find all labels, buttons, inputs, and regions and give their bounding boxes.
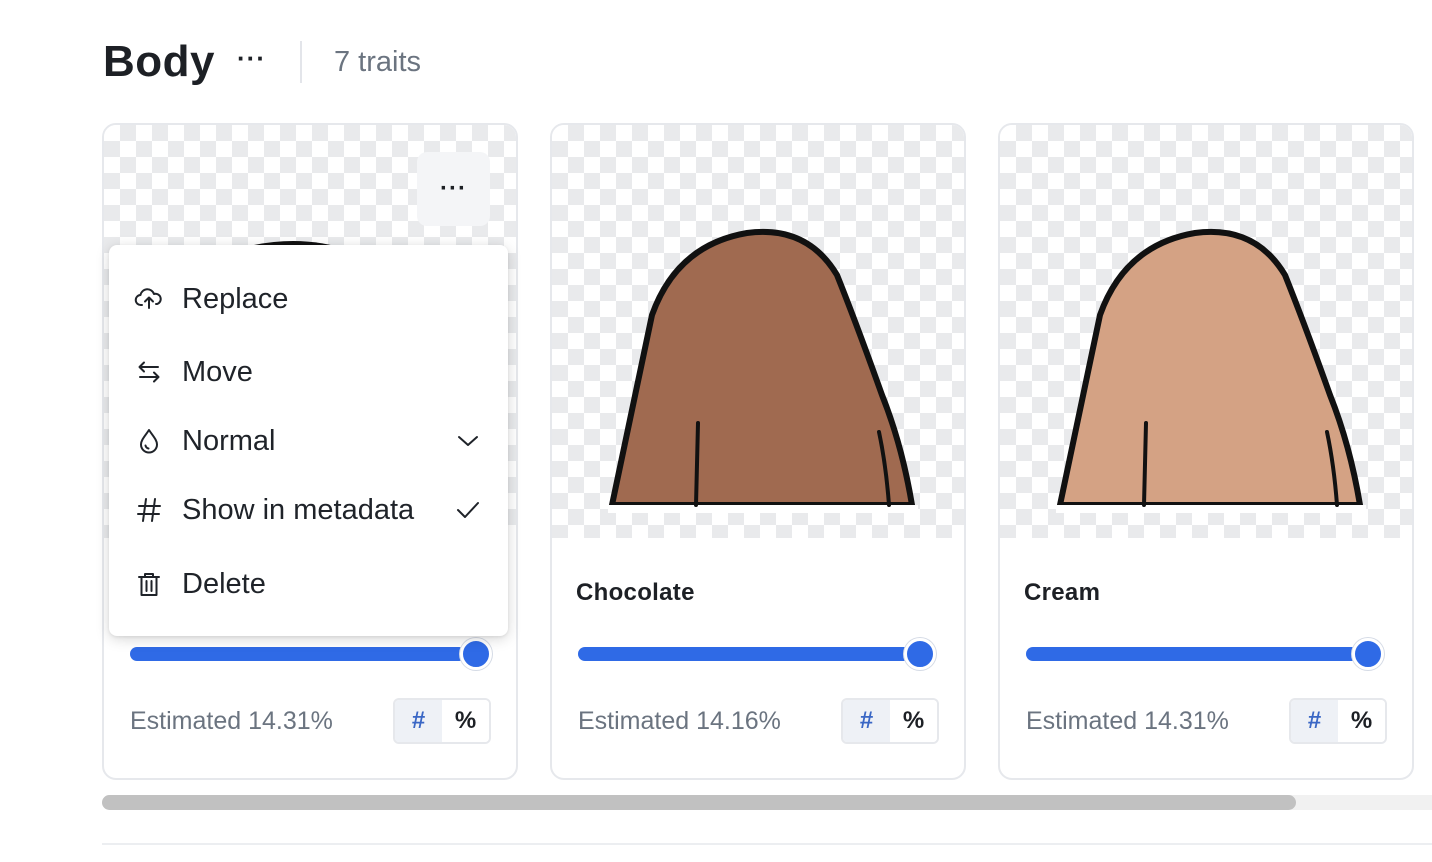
section-more-icon[interactable]: ··· — [237, 43, 266, 74]
slider-track — [578, 647, 914, 661]
slider-track — [130, 647, 466, 661]
slider-thumb[interactable] — [1352, 638, 1384, 670]
menu-item-move[interactable]: Move — [109, 344, 508, 400]
body-line — [694, 421, 700, 507]
toggle-hash[interactable]: # — [395, 700, 442, 742]
menu-label: Delete — [182, 567, 266, 600]
scrollbar-thumb[interactable] — [102, 795, 1296, 810]
trait-count: 7 traits — [333, 45, 422, 78]
menu-label: Replace — [182, 282, 289, 315]
toggle-percent[interactable]: % — [442, 700, 489, 742]
toggle-percent[interactable]: % — [890, 700, 937, 742]
trait-card[interactable]: Cream Estimated 14.31% # % — [998, 123, 1414, 780]
droplet-icon — [133, 425, 165, 457]
unit-toggle[interactable]: # % — [1289, 698, 1387, 744]
rarity-slider[interactable] — [578, 638, 936, 670]
cloud-upload-icon — [133, 283, 165, 315]
body-shape — [1057, 229, 1363, 508]
header-divider — [299, 41, 302, 83]
menu-item-delete[interactable]: Delete — [109, 556, 508, 612]
trait-context-menu: Replace Move Normal Show in metadata Del… — [109, 245, 508, 636]
body-shape — [609, 229, 915, 508]
body-line — [1142, 421, 1148, 507]
section-title: Body — [103, 37, 215, 86]
rarity-slider[interactable] — [130, 638, 492, 670]
menu-item-blend-mode[interactable]: Normal — [109, 413, 508, 469]
card-more-button[interactable]: ··· — [417, 152, 490, 226]
trait-card[interactable]: Chocolate Estimated 14.16% # % — [550, 123, 966, 780]
menu-label: Show in metadata — [182, 493, 415, 526]
toggle-percent[interactable]: % — [1338, 700, 1385, 742]
menu-label: Move — [182, 355, 253, 388]
trait-name[interactable]: Chocolate — [576, 579, 695, 607]
section-divider — [102, 843, 1432, 845]
trait-image — [552, 125, 964, 538]
estimate-text: Estimated 14.31% — [130, 707, 333, 735]
hash-icon — [133, 494, 165, 526]
horizontal-scrollbar[interactable] — [102, 795, 1432, 810]
menu-label: Normal — [182, 424, 276, 457]
trait-image — [1000, 125, 1412, 538]
toggle-hash[interactable]: # — [843, 700, 890, 742]
toggle-hash[interactable]: # — [1291, 700, 1338, 742]
trait-artwork — [608, 229, 918, 513]
slider-thumb[interactable] — [904, 638, 936, 670]
rarity-slider[interactable] — [1026, 638, 1384, 670]
body-crop — [608, 505, 918, 513]
unit-toggle[interactable]: # % — [393, 698, 491, 744]
unit-toggle[interactable]: # % — [841, 698, 939, 744]
trait-name[interactable]: Cream — [1024, 579, 1100, 607]
swap-arrows-icon — [133, 356, 165, 388]
trait-artwork — [1056, 229, 1366, 513]
section-header: Body ··· 7 traits — [103, 34, 421, 90]
menu-item-show-in-metadata[interactable]: Show in metadata — [109, 482, 508, 538]
menu-item-replace[interactable]: Replace — [109, 271, 508, 327]
chevron-down-icon[interactable] — [454, 427, 482, 455]
body-crop — [1056, 505, 1366, 513]
slider-track — [1026, 647, 1362, 661]
slider-thumb[interactable] — [460, 638, 492, 670]
estimate-text: Estimated 14.31% — [1026, 707, 1229, 735]
check-icon — [454, 496, 482, 524]
estimate-text: Estimated 14.16% — [578, 707, 781, 735]
trash-icon — [133, 568, 165, 600]
